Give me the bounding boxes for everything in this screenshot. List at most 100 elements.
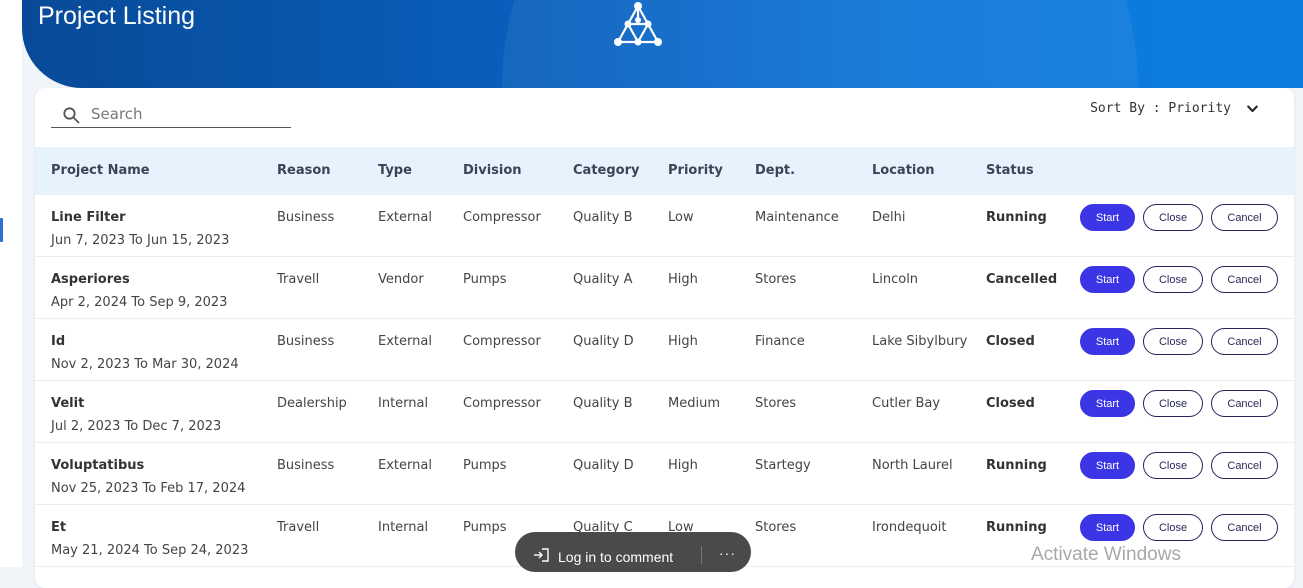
status-cell: Cancelled [986,272,1058,287]
search-input[interactable] [89,102,289,126]
close-button[interactable]: Close [1143,328,1203,355]
close-button[interactable]: Close [1143,390,1203,417]
column-header-status[interactable]: Status [986,147,1034,195]
column-header-type[interactable]: Type [378,147,412,195]
column-header-location[interactable]: Location [872,147,935,195]
priority-cell: High [668,334,698,349]
type-cell: Internal [378,520,429,535]
cancel-button[interactable]: Cancel [1211,514,1278,541]
division-cell: Pumps [463,272,507,287]
start-button[interactable]: Start [1080,328,1135,355]
type-cell: External [378,458,432,473]
cancel-button[interactable]: Cancel [1211,452,1278,479]
division-cell: Compressor [463,210,541,225]
network-triangle-logo [614,2,662,46]
toolbar-divider [701,546,702,564]
start-button[interactable]: Start [1080,452,1135,479]
sort-dropdown[interactable]: Sort By : Priority [1090,101,1258,116]
priority-cell: High [668,458,698,473]
reason-cell: Dealership [277,396,347,411]
dept-cell: Stores [755,396,797,411]
division-cell: Pumps [463,520,507,535]
project-name[interactable]: Voluptatibus [51,458,144,473]
search-icon [63,107,80,124]
status-cell: Running [986,458,1047,473]
priority-cell: Medium [668,396,720,411]
cancel-button[interactable]: Cancel [1211,204,1278,231]
column-header-project-name[interactable]: Project Name [51,147,150,195]
column-header-priority[interactable]: Priority [668,147,723,195]
status-cell: Running [986,210,1047,225]
column-header-dept[interactable]: Dept. [755,147,795,195]
location-cell: Delhi [872,210,906,225]
close-button[interactable]: Close [1143,204,1203,231]
location-cell: North Laurel [872,458,953,473]
more-options-button[interactable]: ··· [719,545,736,561]
category-cell: Quality D [573,334,634,349]
project-name[interactable]: Et [51,520,66,535]
table-row: Voluptatibus Nov 25, 2023 To Feb 17, 202… [35,443,1294,505]
table-row: Line Filter Jun 7, 2023 To Jun 15, 2023 … [35,195,1294,257]
type-cell: Vendor [378,272,424,287]
close-button[interactable]: Close [1143,452,1203,479]
start-button[interactable]: Start [1080,514,1135,541]
priority-cell: Low [668,210,694,225]
type-cell: External [378,334,432,349]
cancel-button[interactable]: Cancel [1211,390,1278,417]
cancel-button[interactable]: Cancel [1211,328,1278,355]
type-cell: Internal [378,396,429,411]
location-cell: Lincoln [872,272,919,287]
dept-cell: Stores [755,520,797,535]
sort-label: Sort By : Priority [1090,101,1231,116]
close-button[interactable]: Close [1143,514,1203,541]
header-banner: Project Listing [22,0,1303,88]
location-cell: Irondequoit [872,520,947,535]
division-cell: Pumps [463,458,507,473]
start-button[interactable]: Start [1080,266,1135,293]
priority-cell: High [668,272,698,287]
status-cell: Closed [986,396,1035,411]
project-name[interactable]: Line Filter [51,210,126,225]
reason-cell: Travell [277,520,320,535]
start-button[interactable]: Start [1080,204,1135,231]
category-cell: Quality D [573,458,634,473]
search-box [51,96,291,128]
login-to-comment-link[interactable]: Log in to comment [558,549,673,565]
project-name[interactable]: Asperiores [51,272,130,287]
edge-marker [0,218,3,242]
project-table-card: Sort By : Priority Project Name Reason T… [35,88,1294,588]
cancel-button[interactable]: Cancel [1211,266,1278,293]
division-cell: Compressor [463,396,541,411]
chevron-down-icon [1247,105,1258,112]
table-row: Velit Jul 2, 2023 To Dec 7, 2023 Dealers… [35,381,1294,443]
reason-cell: Business [277,458,335,473]
left-edge-strip [0,0,22,567]
page-title: Project Listing [38,2,196,30]
division-cell: Compressor [463,334,541,349]
project-name[interactable]: Id [51,334,65,349]
project-dates: May 21, 2024 To Sep 24, 2023 [51,543,249,558]
close-button[interactable]: Close [1143,266,1203,293]
project-dates: Apr 2, 2024 To Sep 9, 2023 [51,295,228,310]
project-dates: Nov 25, 2023 To Feb 17, 2024 [51,481,246,496]
reason-cell: Business [277,210,335,225]
location-cell: Lake Sibylbury [872,334,968,349]
status-cell: Running [986,520,1047,535]
column-header-division[interactable]: Division [463,147,522,195]
table-body: Line Filter Jun 7, 2023 To Jun 15, 2023 … [35,195,1294,567]
location-cell: Cutler Bay [872,396,941,411]
table-header: Project Name Reason Type Division Catego… [35,147,1294,195]
dept-cell: Startegy [755,458,811,473]
project-name[interactable]: Velit [51,396,84,411]
reason-cell: Travell [277,272,320,287]
dept-cell: Maintenance [755,210,839,225]
column-header-reason[interactable]: Reason [277,147,331,195]
column-header-category[interactable]: Category [573,147,639,195]
banner-decoration [502,0,1138,88]
table-row: Asperiores Apr 2, 2024 To Sep 9, 2023 Tr… [35,257,1294,319]
project-dates: Jun 7, 2023 To Jun 15, 2023 [51,233,230,248]
activate-windows-watermark: Activate Windows [1031,544,1181,565]
start-button[interactable]: Start [1080,390,1135,417]
category-cell: Quality B [573,210,633,225]
category-cell: Quality A [573,272,633,287]
